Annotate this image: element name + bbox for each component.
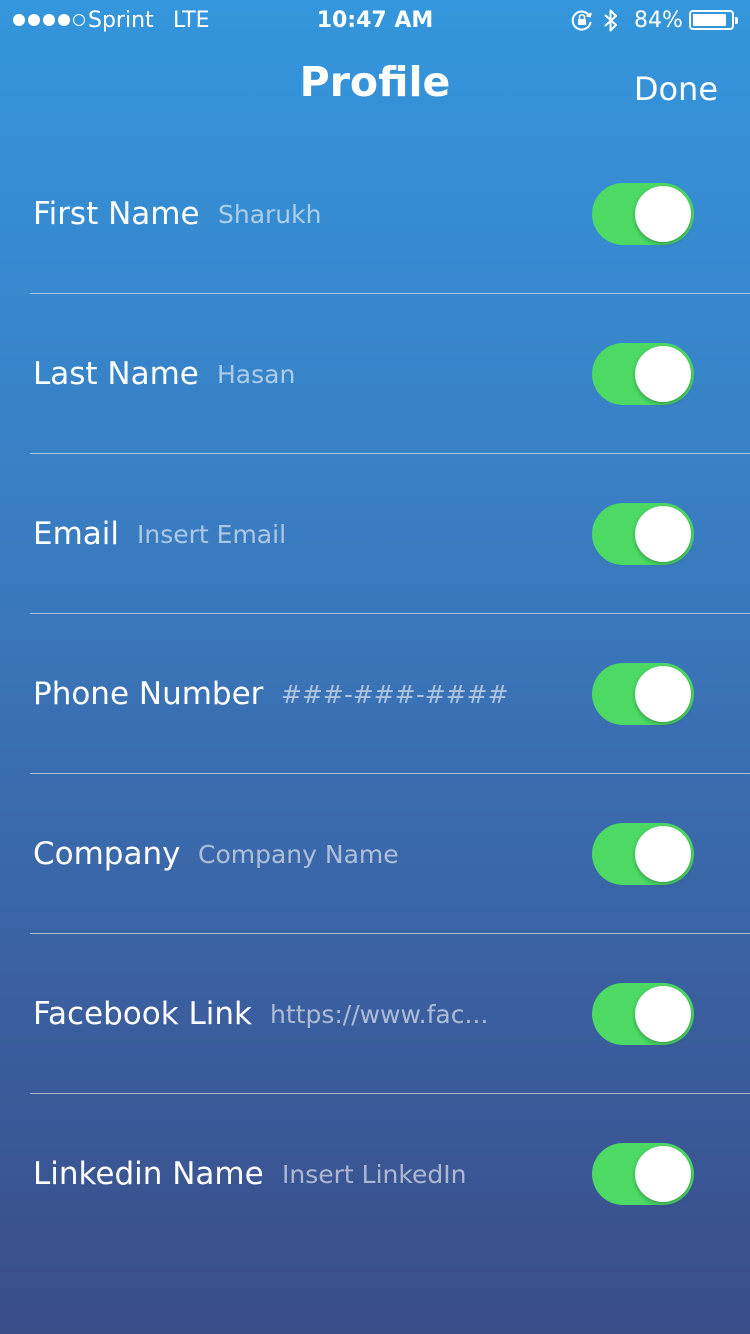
toggle-knob [635, 826, 691, 882]
first-name-toggle[interactable] [592, 183, 694, 245]
battery-percent: 84% [634, 8, 683, 33]
toggle-knob [635, 186, 691, 242]
status-bar: Sprint LTE 10:47 AM 84% [0, 0, 750, 42]
field-label: Linkedin Name [33, 1156, 264, 1192]
field-row-email: Email [0, 454, 750, 614]
last-name-input[interactable] [217, 352, 580, 396]
battery-icon [689, 10, 738, 30]
battery-tip [735, 17, 738, 24]
toggle-knob [635, 986, 691, 1042]
last-name-toggle[interactable] [592, 343, 694, 405]
facebook-link-toggle[interactable] [592, 983, 694, 1045]
rotation-lock-icon [571, 10, 592, 31]
field-label: Last Name [33, 356, 199, 392]
field-label: Facebook Link [33, 996, 252, 1032]
profile-field-list: First Name Last Name Email Phone Number … [0, 134, 750, 1254]
field-label: Email [33, 516, 120, 552]
toggle-knob [635, 346, 691, 402]
toggle-knob [635, 506, 691, 562]
bluetooth-icon [604, 9, 617, 32]
first-name-input[interactable] [218, 192, 580, 236]
toggle-knob [635, 666, 691, 722]
field-row-last-name: Last Name [0, 294, 750, 454]
field-label: First Name [33, 196, 200, 232]
battery-level [693, 14, 726, 26]
done-button[interactable]: Done [634, 70, 718, 108]
field-label: Phone Number [33, 676, 264, 712]
field-row-company: Company [0, 774, 750, 934]
toggle-knob [635, 1146, 691, 1202]
company-input[interactable] [198, 832, 580, 876]
phone-number-input[interactable] [281, 672, 580, 716]
linkedin-name-toggle[interactable] [592, 1143, 694, 1205]
facebook-link-input[interactable] [270, 992, 580, 1036]
company-toggle[interactable] [592, 823, 694, 885]
field-row-linkedin-name: Linkedin Name [0, 1094, 750, 1254]
linkedin-name-input[interactable] [282, 1152, 580, 1196]
email-input[interactable] [137, 512, 580, 556]
phone-number-toggle[interactable] [592, 663, 694, 725]
field-label: Company [33, 836, 181, 872]
field-row-phone-number: Phone Number [0, 614, 750, 774]
email-toggle[interactable] [592, 503, 694, 565]
field-row-first-name: First Name [0, 134, 750, 294]
field-row-facebook-link: Facebook Link [0, 934, 750, 1094]
